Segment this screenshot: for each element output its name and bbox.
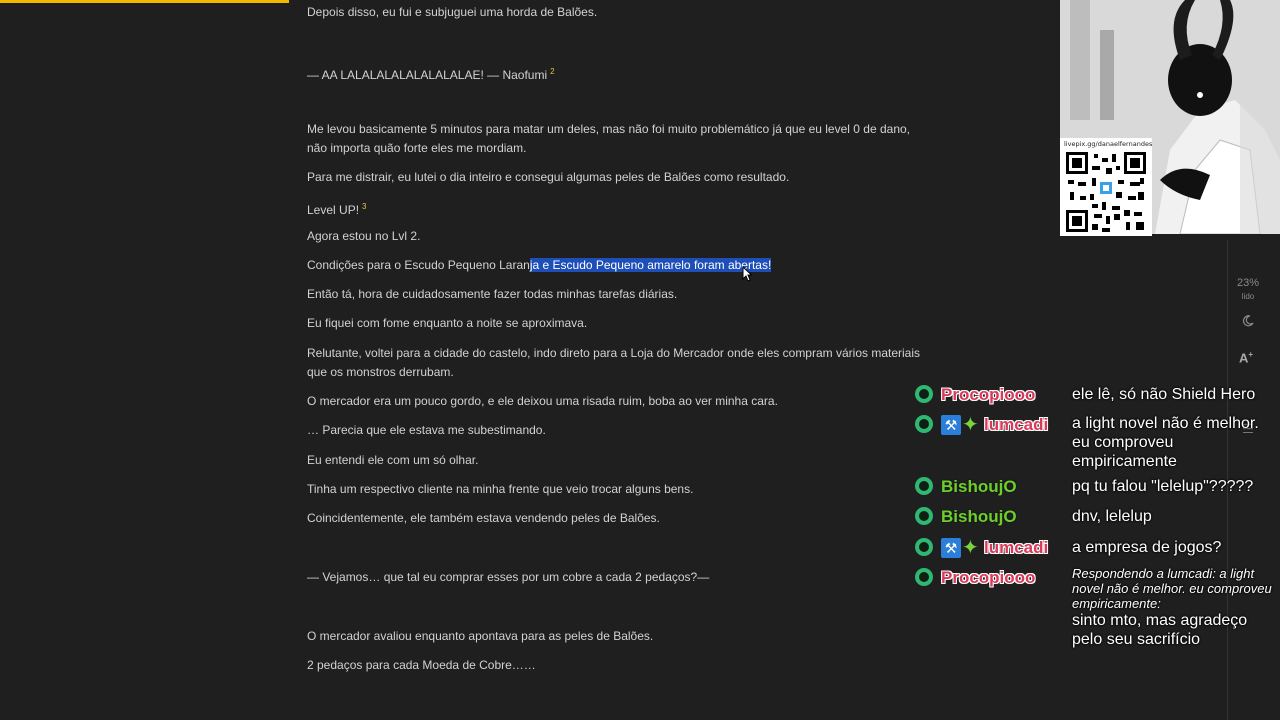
chat-reply-context: Respondendo a lumcadi: a light novel não…: [1072, 566, 1272, 611]
selected-text[interactable]: ja e Escudo Pequeno amarelo foram aberta…: [529, 258, 772, 272]
chat-text: a empresa de jogos?: [1072, 539, 1222, 556]
paragraph: Relutante, voltei para a cidade do caste…: [307, 346, 921, 379]
hammer-badge-icon: ⚒: [941, 415, 961, 435]
paragraph: Depois disso, eu fui e subjuguei uma hor…: [307, 5, 598, 19]
moon-icon[interactable]: [1242, 314, 1254, 332]
chat-text: dnv, lelelup: [1072, 508, 1152, 525]
footnote-link[interactable]: 3: [362, 202, 366, 211]
paragraph: Agora estou no Lvl 2.: [307, 229, 421, 243]
paragraph: Coincidentemente, ele também estava vend…: [307, 511, 660, 525]
sidebar-divider: [1227, 240, 1228, 720]
paragraph-with-selection: Condições para o Escudo Pequeno Laranja …: [307, 258, 772, 272]
footnote-link[interactable]: 2: [550, 67, 554, 76]
paragraph: Eu entendi ele com um só olhar.: [307, 453, 479, 467]
chat-username: BishoujO: [941, 477, 1017, 496]
paragraph: — AA LALALALALALALALALAE! — Naofumi 2: [307, 67, 555, 82]
read-percentage-label: lido: [1241, 292, 1255, 301]
read-percentage: 23%: [1236, 277, 1260, 289]
reading-progress-bar: [0, 0, 289, 3]
chat-username: Procopiooo: [941, 385, 1036, 404]
paragraph: Tinha um respectivo cliente na minha fre…: [307, 482, 694, 496]
chat-username: lumcadi: [984, 538, 1049, 557]
paragraph: Para me distrair, eu lutei o dia inteiro…: [307, 170, 790, 184]
menu-icon[interactable]: [1243, 420, 1253, 438]
chat-username: BishoujO: [941, 507, 1017, 526]
paragraph: O mercador era um pouco gordo, e ele dei…: [307, 394, 778, 408]
chat-username: lumcadi: [984, 415, 1049, 434]
chat-reply-block: Respondendo a lumcadi: a light novel não…: [1072, 566, 1277, 649]
chat-text: pq tu falou "lelelup"?????: [1072, 478, 1254, 495]
qr-url: livepix.gg/danaelfernandes: [1064, 140, 1153, 148]
donation-qr-panel: livepix.gg/danaelfernandes: [1060, 138, 1152, 236]
hammer-badge-icon: ⚒: [941, 538, 961, 558]
sparkle-badge-icon: ✦: [962, 537, 979, 559]
paragraph: Eu fiquei com fome enquanto a noite se a…: [307, 316, 588, 330]
paragraph: … Parecia que ele estava me subestimando…: [307, 423, 546, 437]
chat-text: ele lê, só não Shield Hero: [1072, 386, 1256, 403]
paragraph: Level UP! 3: [307, 202, 367, 217]
paragraph: Me levou basicamente 5 minutos para mata…: [307, 122, 910, 155]
paragraph: 2 pedaços para cada Moeda de Cobre……: [307, 658, 536, 672]
paragraph: — Vejamos… que tal eu comprar esses por …: [307, 570, 710, 584]
font-size-button[interactable]: A+: [1239, 350, 1253, 365]
paragraph: O mercador avaliou enquanto apontava par…: [307, 629, 654, 643]
qr-code-icon: [1066, 152, 1146, 232]
chat-text: sinto mto, mas agradeço pelo seu sacrifí…: [1072, 612, 1248, 648]
paragraph: Então tá, hora de cuidadosamente fazer t…: [307, 287, 678, 301]
sparkle-badge-icon: ✦: [962, 414, 979, 436]
chat-username: Procopiooo: [941, 568, 1036, 587]
moderator-badge-icon: [915, 538, 933, 556]
